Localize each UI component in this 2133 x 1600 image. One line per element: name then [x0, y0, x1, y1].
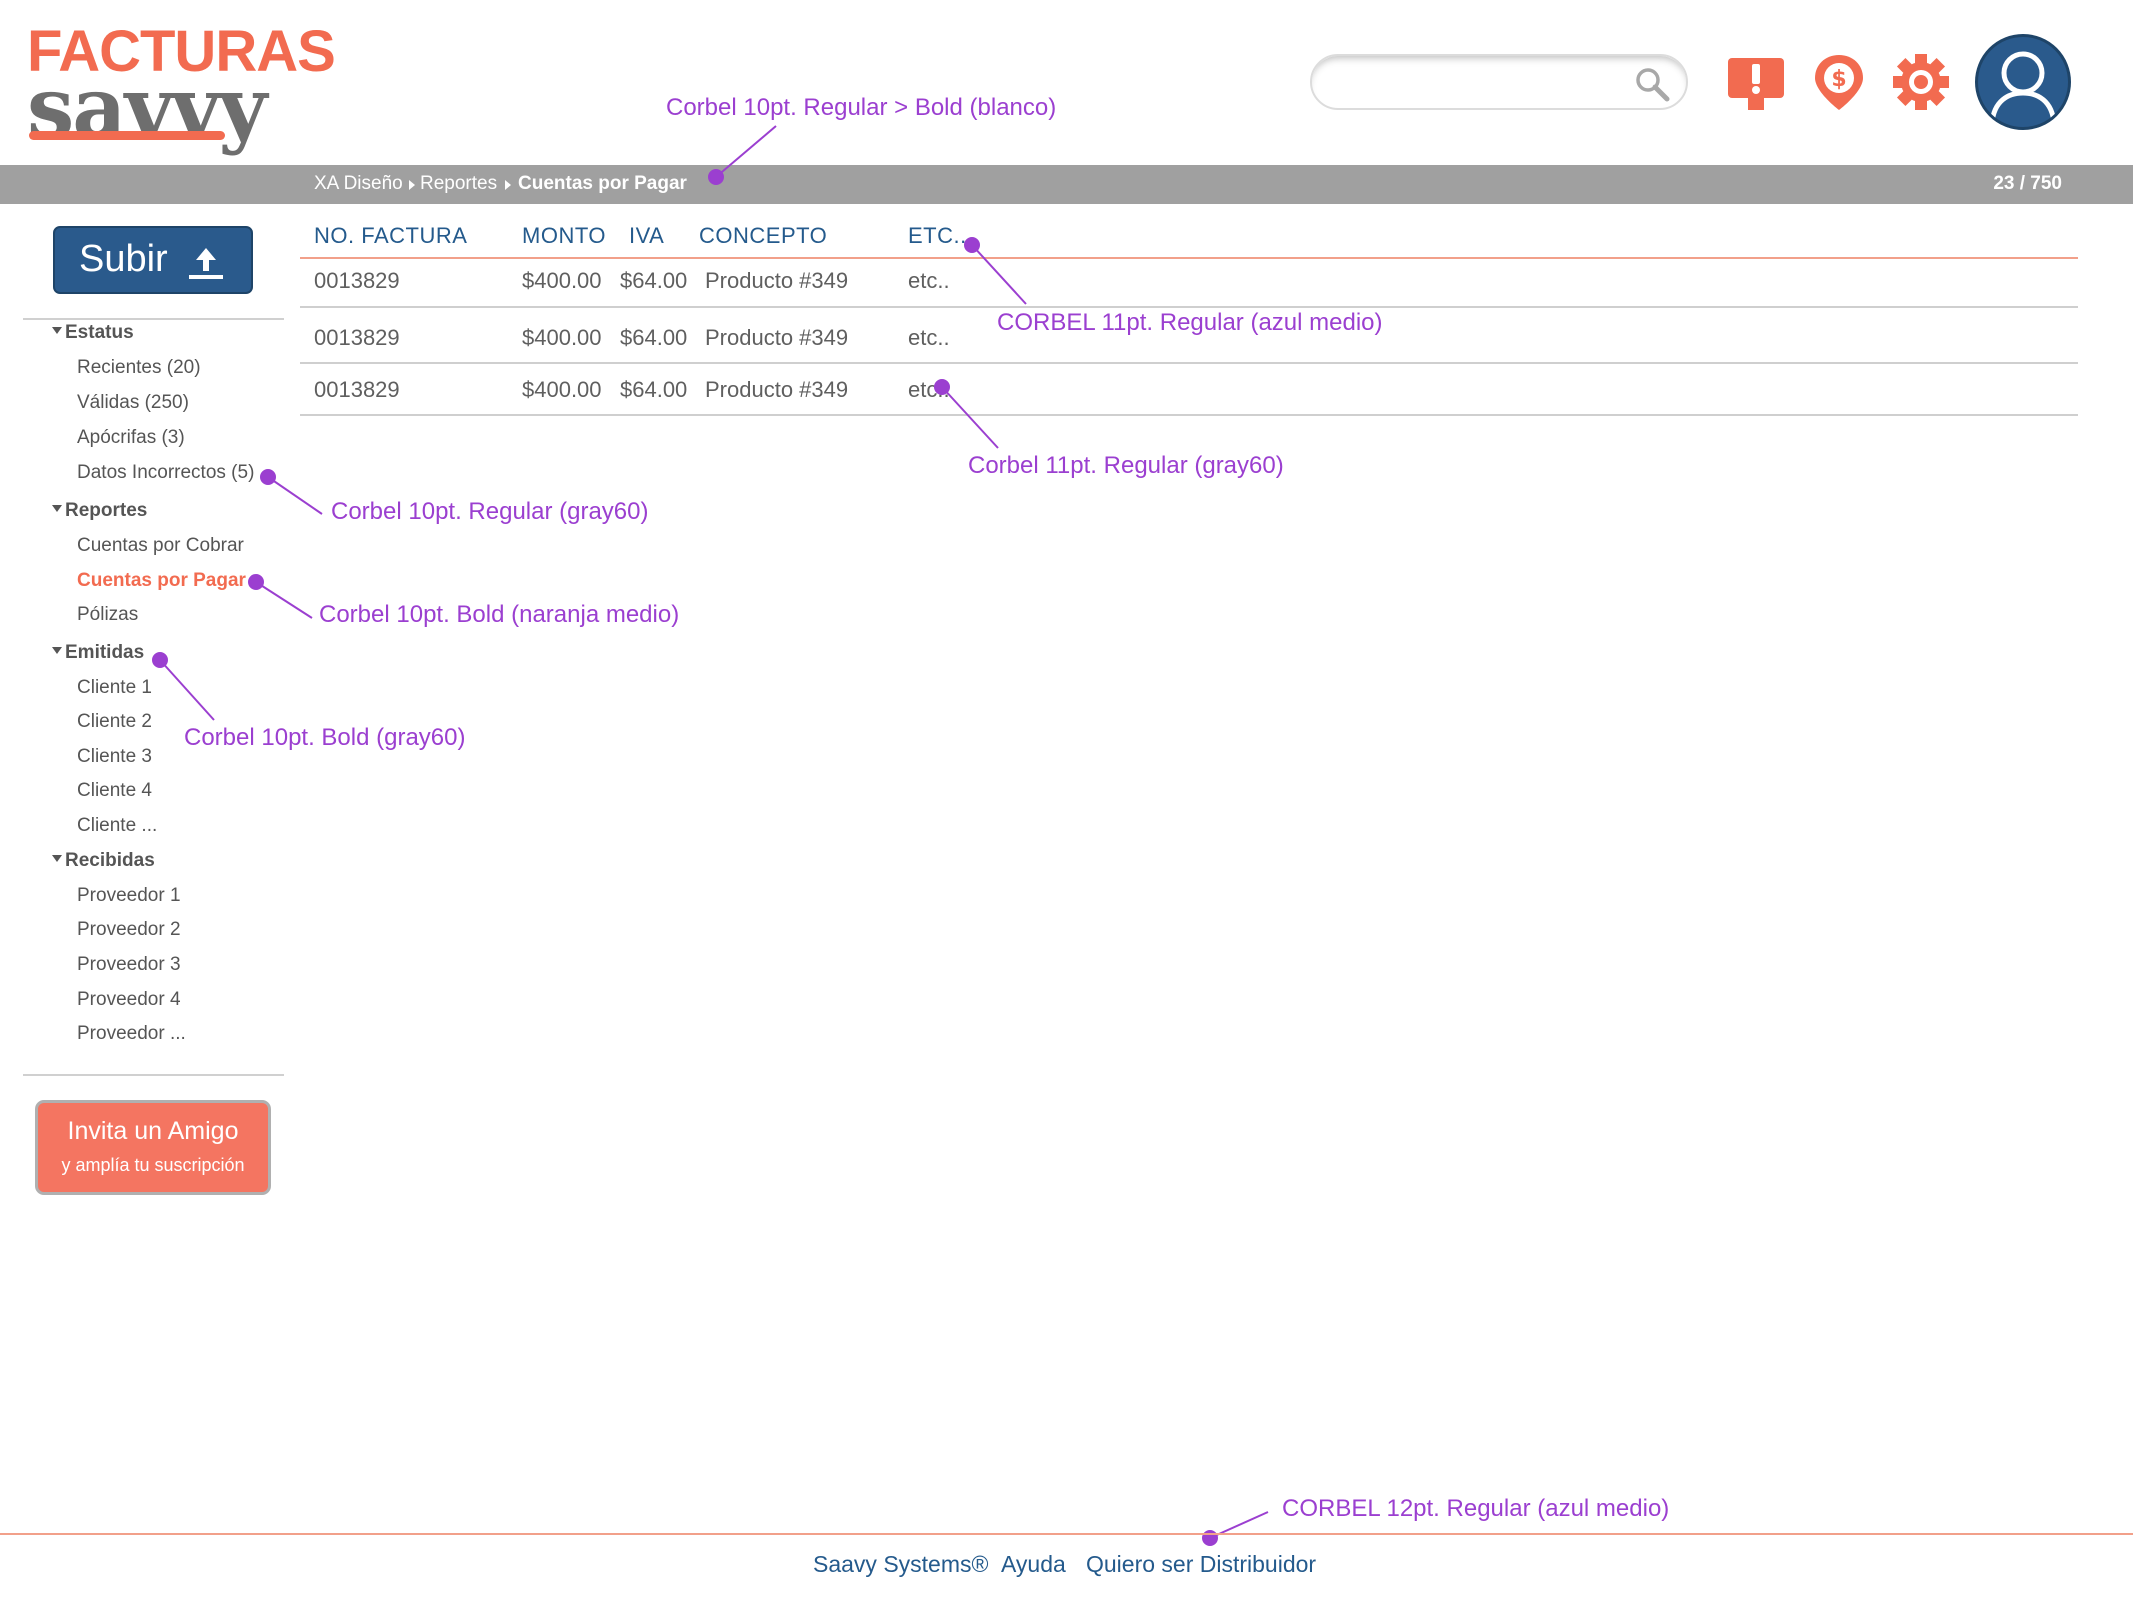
annotation-table-header: CORBEL 11pt. Regular (azul medio): [997, 309, 1383, 336]
sidebar-item-cuentas-por-cobrar[interactable]: Cuentas por Cobrar: [77, 535, 244, 557]
alert-icon[interactable]: [1726, 52, 1786, 112]
sidebar-divider: [23, 318, 284, 320]
brand-logo-underline: [29, 131, 225, 140]
column-header-concepto[interactable]: CONCEPTO: [699, 223, 827, 249]
table-header-divider: [300, 257, 2078, 259]
search-icon[interactable]: [1632, 64, 1672, 104]
invite-friend-button[interactable]: Invita un Amigo y amplía tu suscripción: [35, 1100, 271, 1195]
breadcrumb-item-current: Cuentas por Pagar: [518, 173, 687, 194]
breadcrumb-separator-icon: [409, 180, 415, 190]
sidebar-item-cliente-more[interactable]: Cliente ...: [77, 815, 157, 837]
gear-icon[interactable]: [1891, 52, 1951, 112]
table-row-divider: [300, 414, 2078, 416]
column-header-etc[interactable]: ETC..: [908, 223, 967, 249]
caret-down-icon: [52, 855, 62, 863]
sidebar-section-label: Recibidas: [65, 850, 155, 871]
caret-down-icon: [52, 327, 62, 335]
sidebar-item-proveedor-4[interactable]: Proveedor 4: [77, 989, 181, 1011]
annotation-sidebar-section: Corbel 10pt. Bold (gray60): [184, 724, 466, 751]
sidebar-item-cliente-1[interactable]: Cliente 1: [77, 677, 152, 699]
sidebar-item-recientes[interactable]: Recientes (20): [77, 357, 201, 379]
user-avatar[interactable]: [1975, 34, 2071, 130]
invite-title: Invita un Amigo: [67, 1117, 239, 1145]
breadcrumb-separator-icon: [505, 180, 511, 190]
breadcrumb-item-xa-diseno[interactable]: XA Diseño: [314, 173, 403, 195]
annotation-sidebar-item: Corbel 10pt. Regular (gray60): [331, 498, 649, 525]
upload-icon: [189, 248, 223, 279]
sidebar-item-proveedor-more[interactable]: Proveedor ...: [77, 1023, 186, 1045]
cell-monto[interactable]: $400.00: [522, 325, 602, 351]
search-input[interactable]: [1336, 66, 1630, 102]
cell-iva[interactable]: $64.00: [620, 268, 687, 294]
sidebar-item-validas[interactable]: Válidas (250): [77, 392, 189, 414]
table-row-divider: [300, 362, 2078, 364]
sidebar-divider: [23, 1074, 284, 1076]
cell-monto[interactable]: $400.00: [522, 377, 602, 403]
record-counter: 23 / 750: [1993, 173, 2062, 194]
upload-button[interactable]: Subir: [53, 226, 253, 294]
sidebar-section-estatus[interactable]: Estatus: [52, 322, 134, 344]
footer-link-distribuidor[interactable]: Quiero ser Distribuidor: [1086, 1551, 1316, 1578]
invite-subtitle: y amplía tu suscripción: [61, 1155, 245, 1175]
upload-button-label: Subir: [79, 238, 168, 280]
cell-etc[interactable]: etc..: [908, 268, 950, 294]
column-header-iva[interactable]: IVA: [629, 223, 664, 249]
footer-link-ayuda[interactable]: Ayuda: [1001, 1551, 1066, 1578]
sidebar-item-polizas[interactable]: Pólizas: [77, 604, 138, 626]
footer-link-saavy-systems[interactable]: Saavy Systems®: [813, 1551, 988, 1578]
cell-monto[interactable]: $400.00: [522, 268, 602, 294]
sidebar-item-apocrifas[interactable]: Apócrifas (3): [77, 427, 185, 449]
cell-etc[interactable]: etc..: [908, 325, 950, 351]
sidebar-section-label: Estatus: [65, 322, 134, 343]
cell-etc[interactable]: etc..: [908, 377, 950, 403]
cell-concepto[interactable]: Producto #349: [705, 377, 848, 403]
footer-divider: [0, 1533, 2133, 1535]
user-avatar-icon: [1989, 51, 2057, 124]
sidebar-item-proveedor-3[interactable]: Proveedor 3: [77, 954, 181, 976]
sidebar-item-cliente-4[interactable]: Cliente 4: [77, 780, 152, 802]
annotation-table-cell: Corbel 11pt. Regular (gray60): [968, 452, 1284, 479]
breadcrumb-item-reportes[interactable]: Reportes: [420, 173, 497, 195]
sidebar-item-cliente-3[interactable]: Cliente 3: [77, 746, 152, 768]
caret-down-icon: [52, 505, 62, 513]
svg-text:$: $: [1831, 67, 1846, 92]
sidebar-item-datos-incorrectos[interactable]: Datos Incorrectos (5): [77, 462, 254, 484]
sidebar-item-cuentas-por-pagar[interactable]: Cuentas por Pagar: [77, 570, 246, 592]
table-row-divider: [300, 306, 2078, 308]
sidebar-item-proveedor-2[interactable]: Proveedor 2: [77, 919, 181, 941]
cell-no-factura[interactable]: 0013829: [314, 325, 400, 351]
annotation-sidebar-active: Corbel 10pt. Bold (naranja medio): [319, 601, 680, 628]
column-header-monto[interactable]: MONTO: [522, 223, 606, 249]
sidebar-item-cliente-2[interactable]: Cliente 2: [77, 711, 152, 733]
caret-down-icon: [52, 647, 62, 655]
cell-no-factura[interactable]: 0013829: [314, 268, 400, 294]
column-header-no-factura[interactable]: NO. FACTURA: [314, 223, 467, 249]
sidebar-item-proveedor-1[interactable]: Proveedor 1: [77, 885, 181, 907]
annotation-breadcrumb: Corbel 10pt. Regular > Bold (blanco): [666, 94, 1057, 121]
brand-logo[interactable]: FACTURAS savvy: [27, 22, 336, 150]
dollar-pin-icon[interactable]: $: [1809, 52, 1869, 112]
cell-iva[interactable]: $64.00: [620, 377, 687, 403]
cell-iva[interactable]: $64.00: [620, 325, 687, 351]
sidebar-section-reportes[interactable]: Reportes: [52, 500, 147, 522]
cell-no-factura[interactable]: 0013829: [314, 377, 400, 403]
sidebar-section-label: Reportes: [65, 500, 148, 521]
search-box[interactable]: [1310, 54, 1688, 110]
annotation-footer: CORBEL 12pt. Regular (azul medio): [1282, 1495, 1670, 1522]
cell-concepto[interactable]: Producto #349: [705, 325, 848, 351]
breadcrumb-bar: XA Diseño Reportes Cuentas por Pagar 23 …: [0, 165, 2133, 204]
sidebar-section-recibidas[interactable]: Recibidas: [52, 850, 155, 872]
sidebar-section-label: Emitidas: [65, 642, 145, 663]
sidebar-section-emitidas[interactable]: Emitidas: [52, 642, 144, 664]
cell-concepto[interactable]: Producto #349: [705, 268, 848, 294]
